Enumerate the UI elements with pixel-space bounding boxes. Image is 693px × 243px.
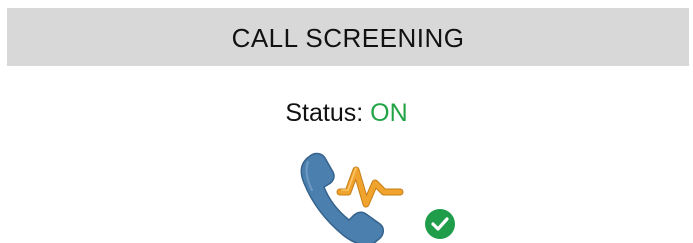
call-screening-graphic: [300, 152, 455, 243]
call-screening-screen: CALL SCREENING Status: ON: [0, 0, 693, 243]
page-title: CALL SCREENING: [231, 22, 465, 53]
header-bar: CALL SCREENING: [7, 8, 689, 66]
pulse-wave-icon: [336, 166, 404, 208]
check-badge-icon: [425, 209, 455, 239]
status-label: Status:: [285, 99, 364, 127]
status-line: Status: ON: [0, 99, 693, 128]
status-value: ON: [370, 99, 408, 127]
call-screening-icon: [296, 150, 468, 243]
